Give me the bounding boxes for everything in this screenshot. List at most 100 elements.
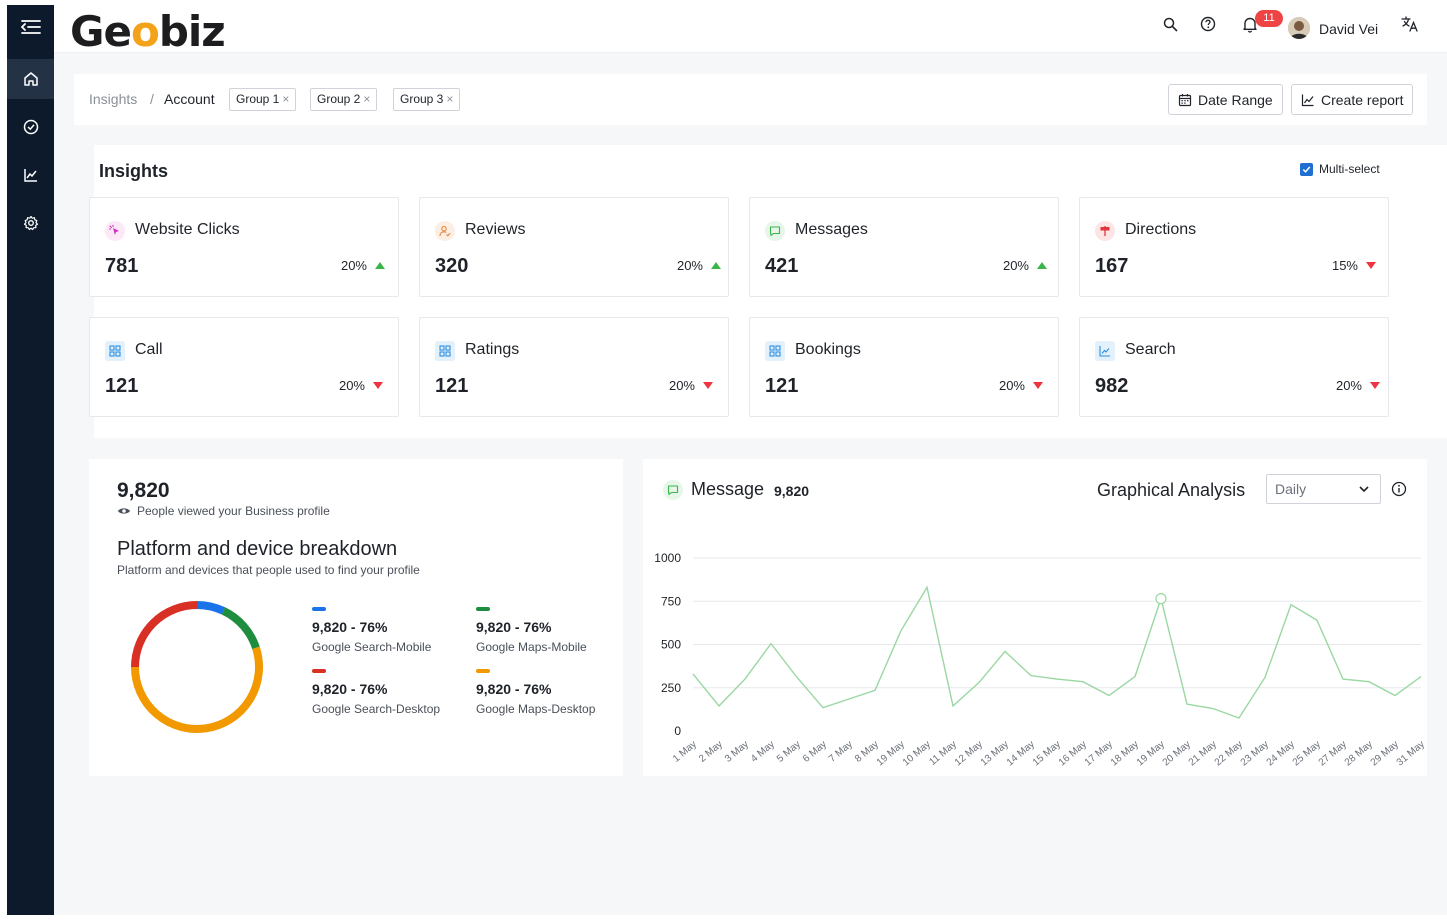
metric-card-ratings[interactable]: Ratings 121 20% [419,317,729,417]
x-tick-label: 21 May [1187,739,1219,769]
checkbox-checked-icon [1300,162,1313,176]
data-point[interactable] [795,675,800,680]
data-point[interactable] [925,585,930,590]
data-point[interactable] [717,703,722,708]
data-point[interactable] [1107,693,1112,698]
card-label: Reviews [465,221,526,238]
breadcrumb-root-link[interactable]: Insights [89,91,137,107]
x-tick-label: 20 May [1161,739,1193,769]
card-value: 121 [105,375,139,397]
logo-pin-letter: o [130,7,160,56]
data-point[interactable] [1081,679,1086,684]
check-circle-icon [23,119,38,135]
metric-card-messages[interactable]: Messages 421 20% [749,197,1059,297]
period-select[interactable]: Daily [1266,474,1381,504]
sidebar-item-analytics[interactable] [7,155,54,195]
data-point[interactable] [1211,706,1216,711]
message-line-chart: 0 250 500 750 1000 1 May2 May3 May4 May5 May6… [654,551,1427,769]
x-tick-label: 18 May [1109,739,1141,769]
donut-segment [221,607,260,650]
group-chip-label: Group 1 [236,92,280,106]
legend-value: 9,820 - 76% [312,619,388,635]
card-change-percent: 20% [676,258,703,273]
data-point[interactable] [1289,602,1294,607]
create-report-button[interactable]: Create report [1291,84,1414,115]
menu-toggle-button[interactable] [7,7,54,47]
group-chip-label: Group 2 [317,92,361,106]
line-chart-icon [1301,94,1314,106]
card-value: 320 [435,255,469,277]
platform-donut-chart [131,601,263,733]
data-point[interactable] [1393,693,1398,698]
highlighted-data-point[interactable] [1155,593,1167,605]
language-button[interactable] [1400,14,1420,34]
data-point[interactable] [1003,649,1008,654]
user-name[interactable]: David Vei [1319,21,1378,37]
group-chip[interactable]: Group 2 × [310,88,378,111]
data-point[interactable] [1185,702,1190,707]
avatar-image [1288,17,1310,39]
legend-value: 9,820 - 76% [476,681,552,697]
card-label: Call [135,341,163,358]
metric-card-reviews[interactable]: Reviews 320 20% [419,197,729,297]
chip-close-icon[interactable]: × [282,92,289,106]
search-button[interactable] [1160,14,1180,34]
metric-card-website-clicks[interactable]: Website Clicks 781 20% [89,197,399,297]
metric-card-search[interactable]: Search 982 20% [1079,317,1389,417]
data-point[interactable] [1055,677,1060,682]
data-point[interactable] [977,680,982,685]
help-button[interactable] [1198,14,1218,34]
y-tick-label: 250 [661,681,681,695]
data-point[interactable] [1237,716,1242,721]
group-chip[interactable]: Group 3 × [393,88,461,111]
data-point[interactable] [1367,679,1372,684]
group-chip[interactable]: Group 1 × [229,88,297,111]
sidebar [7,5,54,915]
x-tick-label: 15 May [1031,739,1063,769]
notification-count-badge: 11 [1255,10,1283,27]
chip-close-icon[interactable]: × [363,92,370,106]
legend-item: 9,820 - 76% Google Maps-Desktop [476,669,626,716]
data-point[interactable] [899,628,904,633]
signpost-icon [1095,221,1115,241]
breadcrumb-current: Account [164,91,215,107]
grid-icon [435,341,455,361]
date-range-button[interactable]: Date Range [1168,84,1283,115]
x-tick-label: 10 May [901,739,933,769]
breadcrumb-separator: / [150,91,154,107]
chip-close-icon[interactable]: × [446,92,453,106]
date-range-label: Date Range [1198,91,1273,108]
data-point[interactable] [1263,675,1268,680]
help-icon [1200,16,1216,32]
sidebar-item-home[interactable] [7,59,54,99]
data-point[interactable] [847,696,852,701]
data-point[interactable] [1315,618,1320,623]
data-point[interactable] [1419,674,1424,679]
data-point[interactable] [743,677,748,682]
data-point[interactable] [873,688,878,693]
data-point[interactable] [1341,677,1346,682]
metric-card-directions[interactable]: Directions 167 15% [1079,197,1389,297]
x-tick-label: 31 May [1395,739,1427,769]
geobiz-logo[interactable]: Ge o biz [70,7,226,56]
multi-select-checkbox[interactable]: Multi-select [1300,162,1380,176]
info-button[interactable] [1391,481,1407,497]
x-tick-label: 14 May [1005,739,1037,769]
card-change-percent: 20% [998,378,1025,393]
data-point[interactable] [951,703,956,708]
metric-card-bookings[interactable]: Bookings 121 20% [749,317,1059,417]
data-point[interactable] [691,671,696,676]
data-point[interactable] [1133,674,1138,679]
translate-icon [1401,16,1418,32]
data-point[interactable] [821,705,826,710]
menu-icon [20,20,41,34]
data-point[interactable] [769,641,774,646]
series-line [692,585,1422,719]
metric-card-call[interactable]: Call 121 20% [89,317,399,417]
sidebar-item-tasks[interactable] [7,107,54,147]
card-change: 20% [999,378,1043,393]
sidebar-item-settings[interactable] [7,203,54,243]
data-point[interactable] [1029,673,1034,678]
card-change-percent: 20% [1335,378,1362,393]
user-avatar[interactable] [1288,17,1310,39]
